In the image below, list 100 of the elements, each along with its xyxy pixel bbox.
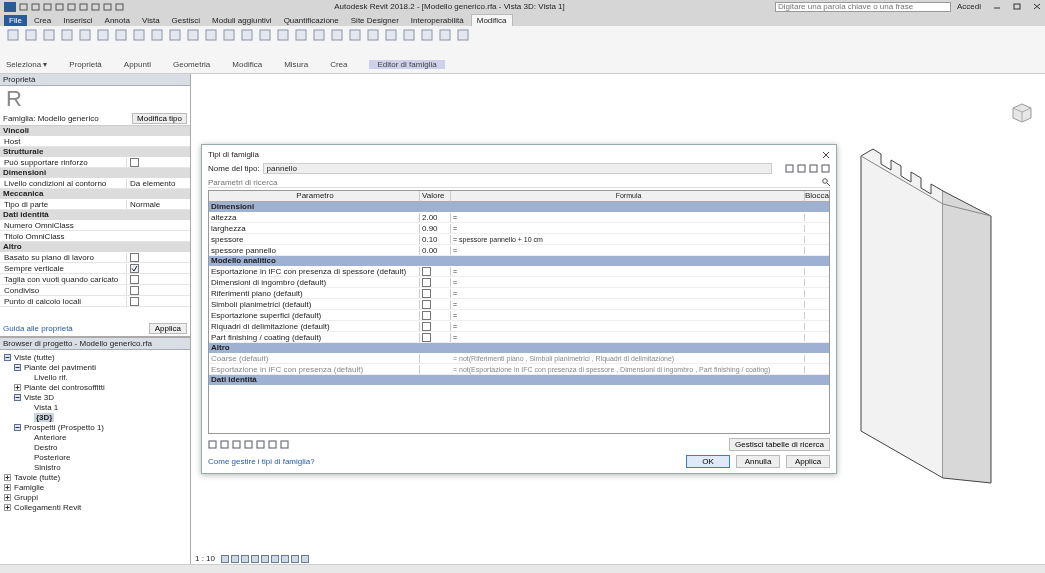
parameter-name: altezza xyxy=(211,212,237,222)
parameter-checkbox[interactable] xyxy=(422,266,431,276)
maximize-icon[interactable] xyxy=(1013,3,1021,10)
ribbon-tab[interactable]: Interoperabilità xyxy=(405,15,469,26)
property-checkbox[interactable] xyxy=(130,285,139,295)
property-group-header[interactable]: Altro xyxy=(0,242,190,252)
tree-item[interactable]: Destro xyxy=(34,442,58,452)
expander-icon[interactable] xyxy=(4,353,11,361)
ribbon-tab[interactable]: Vista xyxy=(136,15,165,26)
panel-title: Proprietà xyxy=(3,75,36,84)
ribbon-tab[interactable]: Crea xyxy=(28,15,57,26)
type-selector[interactable]: Famiglia: Modello generico xyxy=(3,114,99,123)
sign-in-link[interactable]: Accedi xyxy=(957,2,981,11)
parameter-checkbox[interactable] xyxy=(422,277,431,287)
ribbon-panel-label: Misura xyxy=(284,60,309,69)
ok-button[interactable]: OK xyxy=(686,455,730,468)
expander-icon[interactable] xyxy=(14,363,21,371)
ribbon-tab[interactable]: Moduli aggiuntivi xyxy=(207,15,277,26)
parameter-name: spessore pannello xyxy=(211,245,276,255)
expander-icon[interactable] xyxy=(14,423,21,431)
dialog-title: Tipi di famiglia xyxy=(208,150,259,159)
close-icon[interactable] xyxy=(1033,3,1041,10)
property-label: Livello condizioni al contorno xyxy=(3,178,108,188)
parameter-name: Part finishing / coating (default) xyxy=(211,332,322,342)
expander-icon[interactable] xyxy=(4,493,11,501)
parameter-value[interactable]: 0.10 xyxy=(422,234,438,244)
tree-item[interactable]: Piante dei controsoffitti xyxy=(24,382,105,392)
parameter-name: Esportazione superfici (default) xyxy=(211,310,322,320)
property-label: Punto di calcolo locali xyxy=(3,296,82,306)
property-group-header[interactable]: Vincoli xyxy=(0,126,190,136)
view-cube-icon[interactable] xyxy=(1011,102,1033,124)
expander-icon[interactable] xyxy=(4,473,11,481)
tree-item[interactable]: Prospetti (Prospetto 1) xyxy=(24,422,105,432)
ribbon-panel-label: Appunti xyxy=(123,60,151,69)
parameter-checkbox[interactable] xyxy=(422,332,431,342)
property-group-header[interactable]: Strutturale xyxy=(0,147,190,157)
parameter-checkbox[interactable] xyxy=(422,310,431,320)
tree-item[interactable]: Collegamenti Revit xyxy=(14,502,82,512)
tree-item[interactable]: Vista 1 xyxy=(34,402,59,412)
parameter-checkbox[interactable] xyxy=(422,288,431,298)
ribbon-tab[interactable]: Inserisci xyxy=(58,15,98,26)
tree-item[interactable]: Viste (tutte) xyxy=(14,352,55,362)
property-group-header[interactable]: Dimensioni xyxy=(0,168,190,178)
parameter-group-header[interactable]: Modello analitico xyxy=(209,256,829,266)
expander-icon[interactable] xyxy=(4,483,11,491)
ribbon-tab[interactable]: Site Designer xyxy=(345,15,404,26)
property-value[interactable]: Normale xyxy=(130,199,161,209)
properties-help-link[interactable]: Guida alle proprietà xyxy=(3,324,73,333)
tree-item[interactable]: Viste 3D xyxy=(24,392,55,402)
tree-item[interactable]: Sinistro xyxy=(34,462,61,472)
ribbon-tab[interactable]: Modifica xyxy=(470,14,513,26)
window-title: Autodesk Revit 2018.2 - [Modello generico.rfa - Vista 3D: Vista 1] xyxy=(333,2,566,11)
parameter-group-header[interactable]: Altro xyxy=(209,343,829,353)
column-header[interactable]: Parametro xyxy=(209,191,420,202)
view-scale[interactable]: 1 : 10 xyxy=(195,554,215,563)
parameter-name: Riferimenti piano (default) xyxy=(211,288,303,298)
property-label: Tipo di parte xyxy=(3,199,50,209)
expander-icon[interactable] xyxy=(4,503,11,511)
property-checkbox[interactable] xyxy=(130,296,139,306)
parameter-group-header[interactable]: Dimensioni xyxy=(209,202,829,212)
parameter-value[interactable]: 0.00 xyxy=(422,245,438,255)
cancel-button[interactable]: Annulla xyxy=(736,455,780,468)
apply-button[interactable]: Applica xyxy=(148,323,187,334)
ribbon-tab[interactable]: Quantificazione xyxy=(278,15,344,26)
parameter-checkbox[interactable] xyxy=(422,321,431,331)
parameter-name: Coarse (default) xyxy=(211,353,269,363)
ribbon-tab[interactable]: Annota xyxy=(99,15,135,26)
manage-lookup-tables-button[interactable]: Gestisci tabelle di ricerca xyxy=(729,438,830,451)
parameter-checkbox[interactable] xyxy=(422,299,431,309)
property-checkbox[interactable] xyxy=(130,274,139,284)
expander-icon[interactable] xyxy=(14,393,21,401)
property-group-header[interactable]: Meccanica xyxy=(0,189,190,199)
property-checkbox[interactable] xyxy=(130,157,139,167)
property-value[interactable]: Da elemento xyxy=(130,178,176,188)
tree-item[interactable]: Posteriore xyxy=(34,452,71,462)
property-checkbox[interactable] xyxy=(130,263,139,273)
parameter-value[interactable]: 2.00 xyxy=(422,212,438,222)
ribbon-tab[interactable]: Gestisci xyxy=(166,15,206,26)
property-checkbox[interactable] xyxy=(130,252,139,262)
apply-button[interactable]: Applica xyxy=(786,455,830,468)
property-group-header[interactable]: Dati identità xyxy=(0,210,190,220)
tree-item[interactable]: Famiglie xyxy=(14,482,45,492)
tree-item[interactable]: {3D} xyxy=(34,412,55,422)
parameter-value[interactable]: 0.90 xyxy=(422,223,438,233)
tree-item[interactable]: Anteriore xyxy=(34,432,67,442)
help-link[interactable]: Come gestire i tipi di famiglia? xyxy=(208,457,315,466)
tree-item[interactable]: Gruppi xyxy=(14,492,38,502)
tree-item[interactable]: Piante dei pavimenti xyxy=(24,362,97,372)
parameter-group-header[interactable]: Dati identità xyxy=(209,375,829,385)
ribbon-panel-label: Proprietà xyxy=(69,60,102,69)
tree-item[interactable]: Livello rif. xyxy=(34,372,68,382)
type-name-dropdown[interactable]: pannello xyxy=(262,163,772,174)
search-field[interactable]: Digitare una parola chiave o una frase xyxy=(775,1,951,12)
edit-type-button[interactable]: Modifica tipo xyxy=(132,113,187,124)
tree-item[interactable]: Tavole (tutte) xyxy=(14,472,61,482)
ribbon-tab[interactable]: File xyxy=(4,15,27,26)
family-logo: R xyxy=(6,86,22,111)
ribbon-panel-label: Editor di famiglia xyxy=(369,60,445,69)
close-icon[interactable] xyxy=(822,150,830,159)
expander-icon[interactable] xyxy=(14,383,21,391)
